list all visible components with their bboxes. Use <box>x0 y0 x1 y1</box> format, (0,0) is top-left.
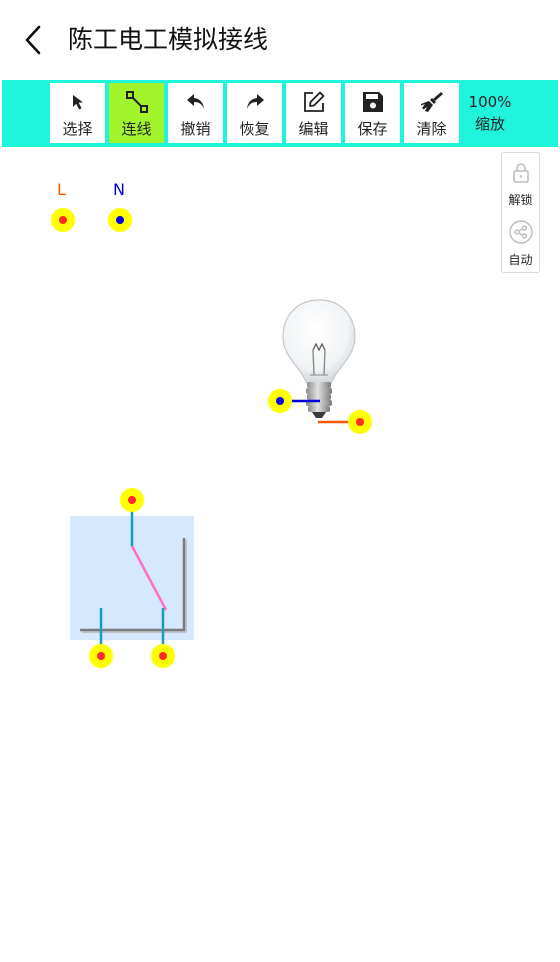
app-header: 陈工电工模拟接线 <box>0 0 560 80</box>
switch-contact-b-terminal[interactable] <box>151 644 175 668</box>
edit-icon <box>304 91 325 112</box>
redo-button[interactable]: 恢复 <box>227 83 282 143</box>
toolbar: 选择 连线 撤销 恢复 编辑 保存 清除 100% 缩放 <box>2 80 558 147</box>
save-button[interactable]: 保存 <box>345 83 400 143</box>
chevron-left-icon <box>25 25 41 55</box>
edit-button[interactable]: 编辑 <box>286 83 341 143</box>
clear-button[interactable]: 清除 <box>404 83 459 143</box>
undo-button[interactable]: 撤销 <box>168 83 223 143</box>
cursor-arrow-icon <box>73 95 83 110</box>
live-terminal[interactable] <box>51 208 75 232</box>
power-source <box>51 208 132 232</box>
connect-tool-button[interactable]: 连线 <box>109 83 164 143</box>
save-label: 保存 <box>357 120 388 138</box>
wiring-drawing <box>51 208 372 668</box>
select-tool-label: 选择 <box>62 120 93 138</box>
zoom-value: 100% <box>468 93 512 111</box>
page-title: 陈工电工模拟接线 <box>68 25 269 54</box>
broom-icon <box>421 92 443 112</box>
switch-common-terminal[interactable] <box>120 488 144 512</box>
live-terminal-label: L <box>57 180 66 199</box>
clear-label: 清除 <box>416 120 447 138</box>
select-tool-button[interactable]: 选择 <box>50 83 105 143</box>
bulb-live-terminal[interactable] <box>348 410 372 434</box>
zoom-control[interactable]: 100% 缩放 <box>462 91 518 135</box>
neutral-terminal[interactable] <box>108 208 132 232</box>
undo-label: 撤销 <box>180 120 211 138</box>
connect-line-icon <box>126 91 148 113</box>
redo-icon <box>247 94 264 109</box>
undo-icon <box>187 94 204 109</box>
wiring-canvas[interactable]: L N <box>0 150 560 962</box>
save-icon <box>363 92 383 112</box>
neutral-terminal-label: N <box>113 180 125 199</box>
back-button[interactable] <box>18 24 50 56</box>
switch-component[interactable] <box>70 500 194 656</box>
redo-label: 恢复 <box>239 120 270 138</box>
edit-label: 编辑 <box>298 120 329 138</box>
zoom-label: 缩放 <box>474 115 505 133</box>
connect-tool-label: 连线 <box>121 120 152 138</box>
bulb-glass <box>282 299 356 386</box>
switch-contact-a-terminal[interactable] <box>89 644 113 668</box>
bulb-neutral-terminal[interactable] <box>268 389 292 413</box>
